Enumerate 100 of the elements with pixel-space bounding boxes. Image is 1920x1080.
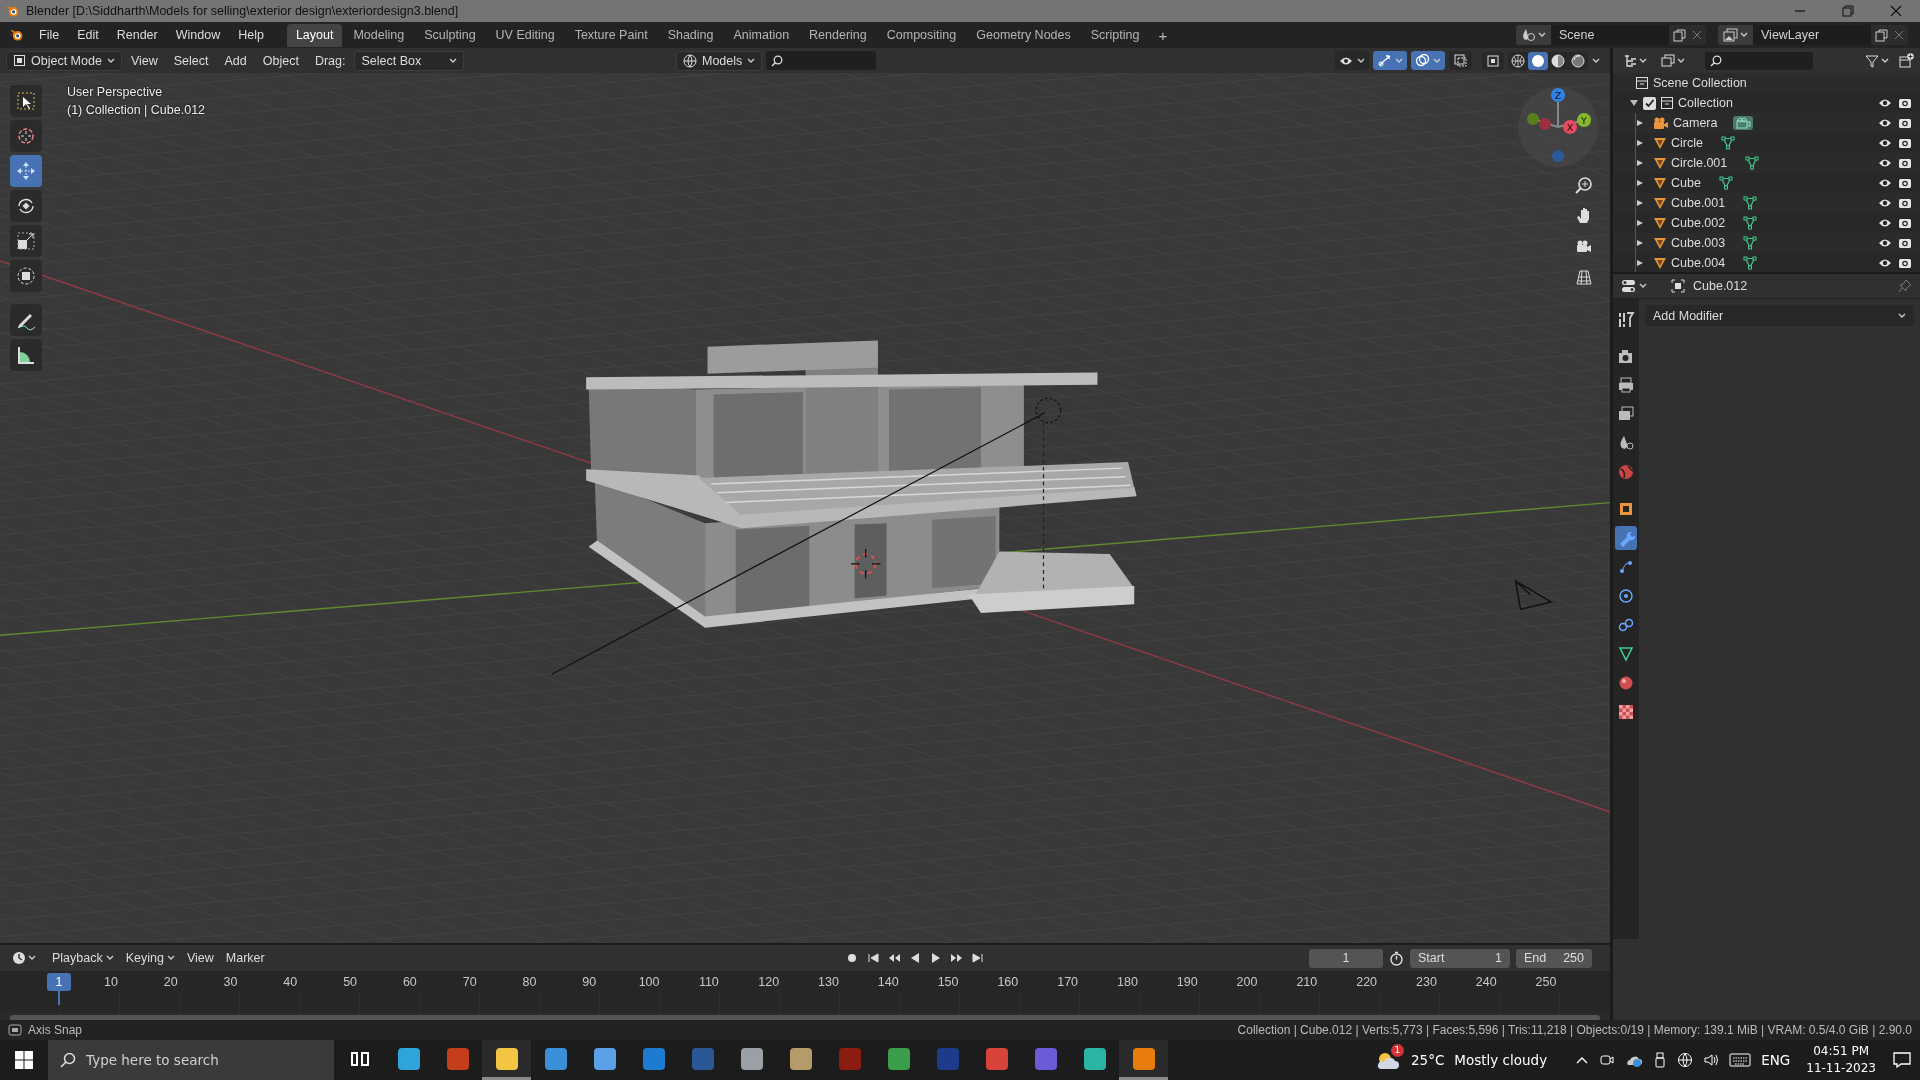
jump-start-icon[interactable] [865,951,880,965]
gizmo-toggle[interactable] [1373,51,1407,70]
outliner-item[interactable]: Collection [1678,96,1733,110]
close-icon[interactable] [1890,5,1902,17]
menu-item[interactable]: View [180,949,220,967]
triangle-right-icon[interactable] [1636,239,1644,247]
mesh-data-icon[interactable] [1720,136,1735,150]
transform-tool[interactable] [10,260,42,292]
speaker-icon[interactable] [1703,1052,1720,1068]
overlay-toggle[interactable] [1411,51,1445,70]
xray-toggle[interactable] [1449,51,1472,70]
mesh-data-icon[interactable] [1743,216,1758,230]
weather-text[interactable]: Mostly cloudy [1454,1052,1548,1068]
annotate-tool[interactable] [10,304,42,336]
scene-icon[interactable] [1521,28,1536,42]
camera-icon[interactable] [1898,196,1912,210]
triangle-right-icon[interactable] [1636,139,1644,147]
end-frame-field[interactable]: End 250 [1516,948,1592,968]
checkbox[interactable] [1643,96,1656,110]
menu-item[interactable]: Add [217,50,254,71]
outliner-item[interactable]: Cube.002 [1671,216,1726,230]
menu-item[interactable]: Edit [68,25,108,45]
mesh-data-icon[interactable] [1743,236,1758,250]
visibility-dropdown[interactable] [1335,51,1369,70]
pin-icon[interactable] [1898,279,1912,293]
camera-icon[interactable] [1898,256,1912,270]
scene-field[interactable]: Scene [1551,25,1669,45]
add-modifier-dropdown[interactable]: Add Modifier [1645,305,1914,326]
clock-date[interactable]: 11-11-2023 [1806,1060,1876,1077]
camera-icon[interactable] [1898,176,1912,190]
camera-icon[interactable] [1898,116,1912,130]
next-keyframe-icon[interactable] [949,951,964,965]
shading-options[interactable] [1482,51,1504,70]
workspace-tab[interactable]: Rendering [800,23,876,47]
copy-icon[interactable] [1673,28,1686,42]
usb-icon[interactable] [1653,1052,1668,1068]
shading-mode-button[interactable] [1528,51,1548,70]
scale-tool[interactable] [10,225,42,257]
shading-mode-button[interactable] [1508,51,1528,70]
network-icon[interactable] [1677,1052,1694,1068]
rotate-tool[interactable] [10,190,42,222]
workspace-tab[interactable]: Geometry Nodes [967,23,1080,47]
shading-mode-button[interactable] [1548,51,1568,70]
new-collection-icon[interactable] [1899,53,1914,68]
clock-time[interactable]: 04:51 PM [1813,1043,1870,1060]
search-field[interactable]: Type here to search [48,1040,334,1080]
mesh-data-icon[interactable] [1745,156,1760,170]
view-layer-field[interactable]: ViewLayer [1753,25,1871,45]
triangle-right-icon[interactable] [1636,179,1644,187]
notifications-icon[interactable] [1892,1051,1912,1069]
taskbar-button[interactable] [482,1040,531,1080]
outliner-item[interactable]: Cube.004 [1671,256,1726,270]
start-frame-field[interactable]: Start 1 [1410,948,1510,968]
menu-item[interactable]: View [123,50,165,71]
mesh-data-icon[interactable] [1743,256,1758,270]
menu-item[interactable]: Render [107,25,167,45]
outliner-item[interactable]: Scene Collection [1653,76,1747,90]
workspace-tab[interactable]: Shading [658,23,723,47]
editor-type-dropdown[interactable] [1621,279,1647,293]
move-tool[interactable] [10,155,42,187]
camera-icon[interactable] [1898,156,1912,170]
workspace-tab[interactable]: Modeling [344,23,414,47]
menu-item[interactable]: Object [255,50,306,71]
copy-icon[interactable] [1875,28,1888,42]
measure-tool[interactable] [10,339,42,371]
outliner-item[interactable]: Cube [1671,176,1701,190]
close-icon[interactable] [1692,30,1702,40]
workspace-tab[interactable]: Compositing [877,23,966,47]
triangle-right-icon[interactable] [1636,219,1644,227]
workspace-tab[interactable]: Sculpting [415,23,485,47]
keyboard-icon[interactable] [1729,1052,1752,1068]
language-indicator[interactable]: ENG [1761,1052,1791,1068]
search-field[interactable] [1705,51,1813,70]
camera-icon[interactable] [1898,236,1912,250]
triangle-right-icon[interactable] [1636,259,1644,267]
outliner-item[interactable]: Circle [1671,136,1703,150]
workspace-tab[interactable]: Animation [724,23,799,47]
mesh-data-icon[interactable] [1743,196,1758,210]
outliner-item[interactable]: Circle.001 [1671,156,1728,170]
outliner-item[interactable]: Cube.003 [1671,236,1726,250]
playhead[interactable]: 1 [47,973,71,991]
triangle-right-icon[interactable] [1636,159,1644,167]
3d-cursor-icon[interactable] [850,548,882,580]
meet-icon[interactable] [1599,1052,1616,1068]
triangle-right-icon[interactable] [1636,199,1644,207]
restore-icon[interactable] [1842,5,1854,17]
triangle-right-icon[interactable] [1636,119,1644,127]
mode-dropdown[interactable]: Object Mode [6,50,122,71]
cursor-tool[interactable] [10,120,42,152]
navigation-gizmo[interactable]: Z Y X [1517,86,1599,168]
shading-mode-button[interactable] [1568,51,1588,70]
workspace-tab[interactable]: UV Editing [486,23,564,47]
orientation-dropdown[interactable]: Models [676,50,762,71]
house-model-drawing[interactable] [586,340,1137,628]
camera-icon[interactable] [1898,136,1912,150]
lamp-drawing[interactable] [1035,397,1062,589]
close-icon[interactable] [1894,30,1904,40]
menu-item[interactable]: File [30,25,69,45]
menu-item[interactable]: Window [166,25,230,45]
camera-data-button[interactable] [1733,116,1754,130]
